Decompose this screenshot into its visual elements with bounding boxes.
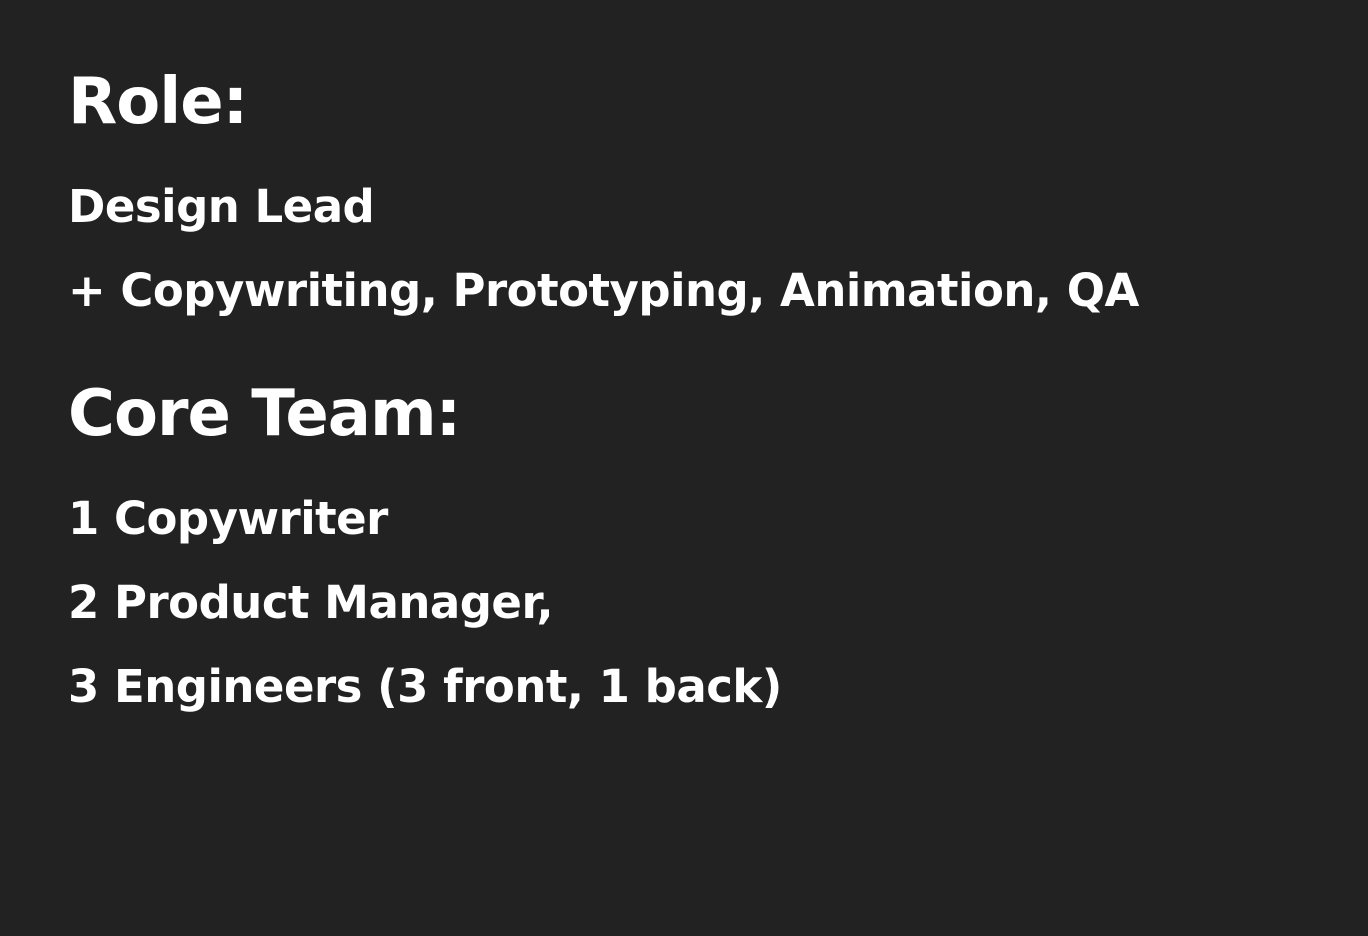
role-title: Design Lead (68, 180, 375, 233)
role-heading: Role: (68, 65, 248, 139)
team-member-copywriter: 1 Copywriter (68, 492, 388, 545)
role-responsibilities: + Copywriting, Prototyping, Animation, Q… (68, 264, 1139, 317)
team-member-engineers: 3 Engineers (3 front, 1 back) (68, 660, 782, 713)
core-team-heading: Core Team: (68, 377, 461, 451)
team-member-product-manager: 2 Product Manager, (68, 576, 554, 629)
slide-content: Role: Design Lead + Copywriting, Prototy… (68, 0, 1328, 936)
